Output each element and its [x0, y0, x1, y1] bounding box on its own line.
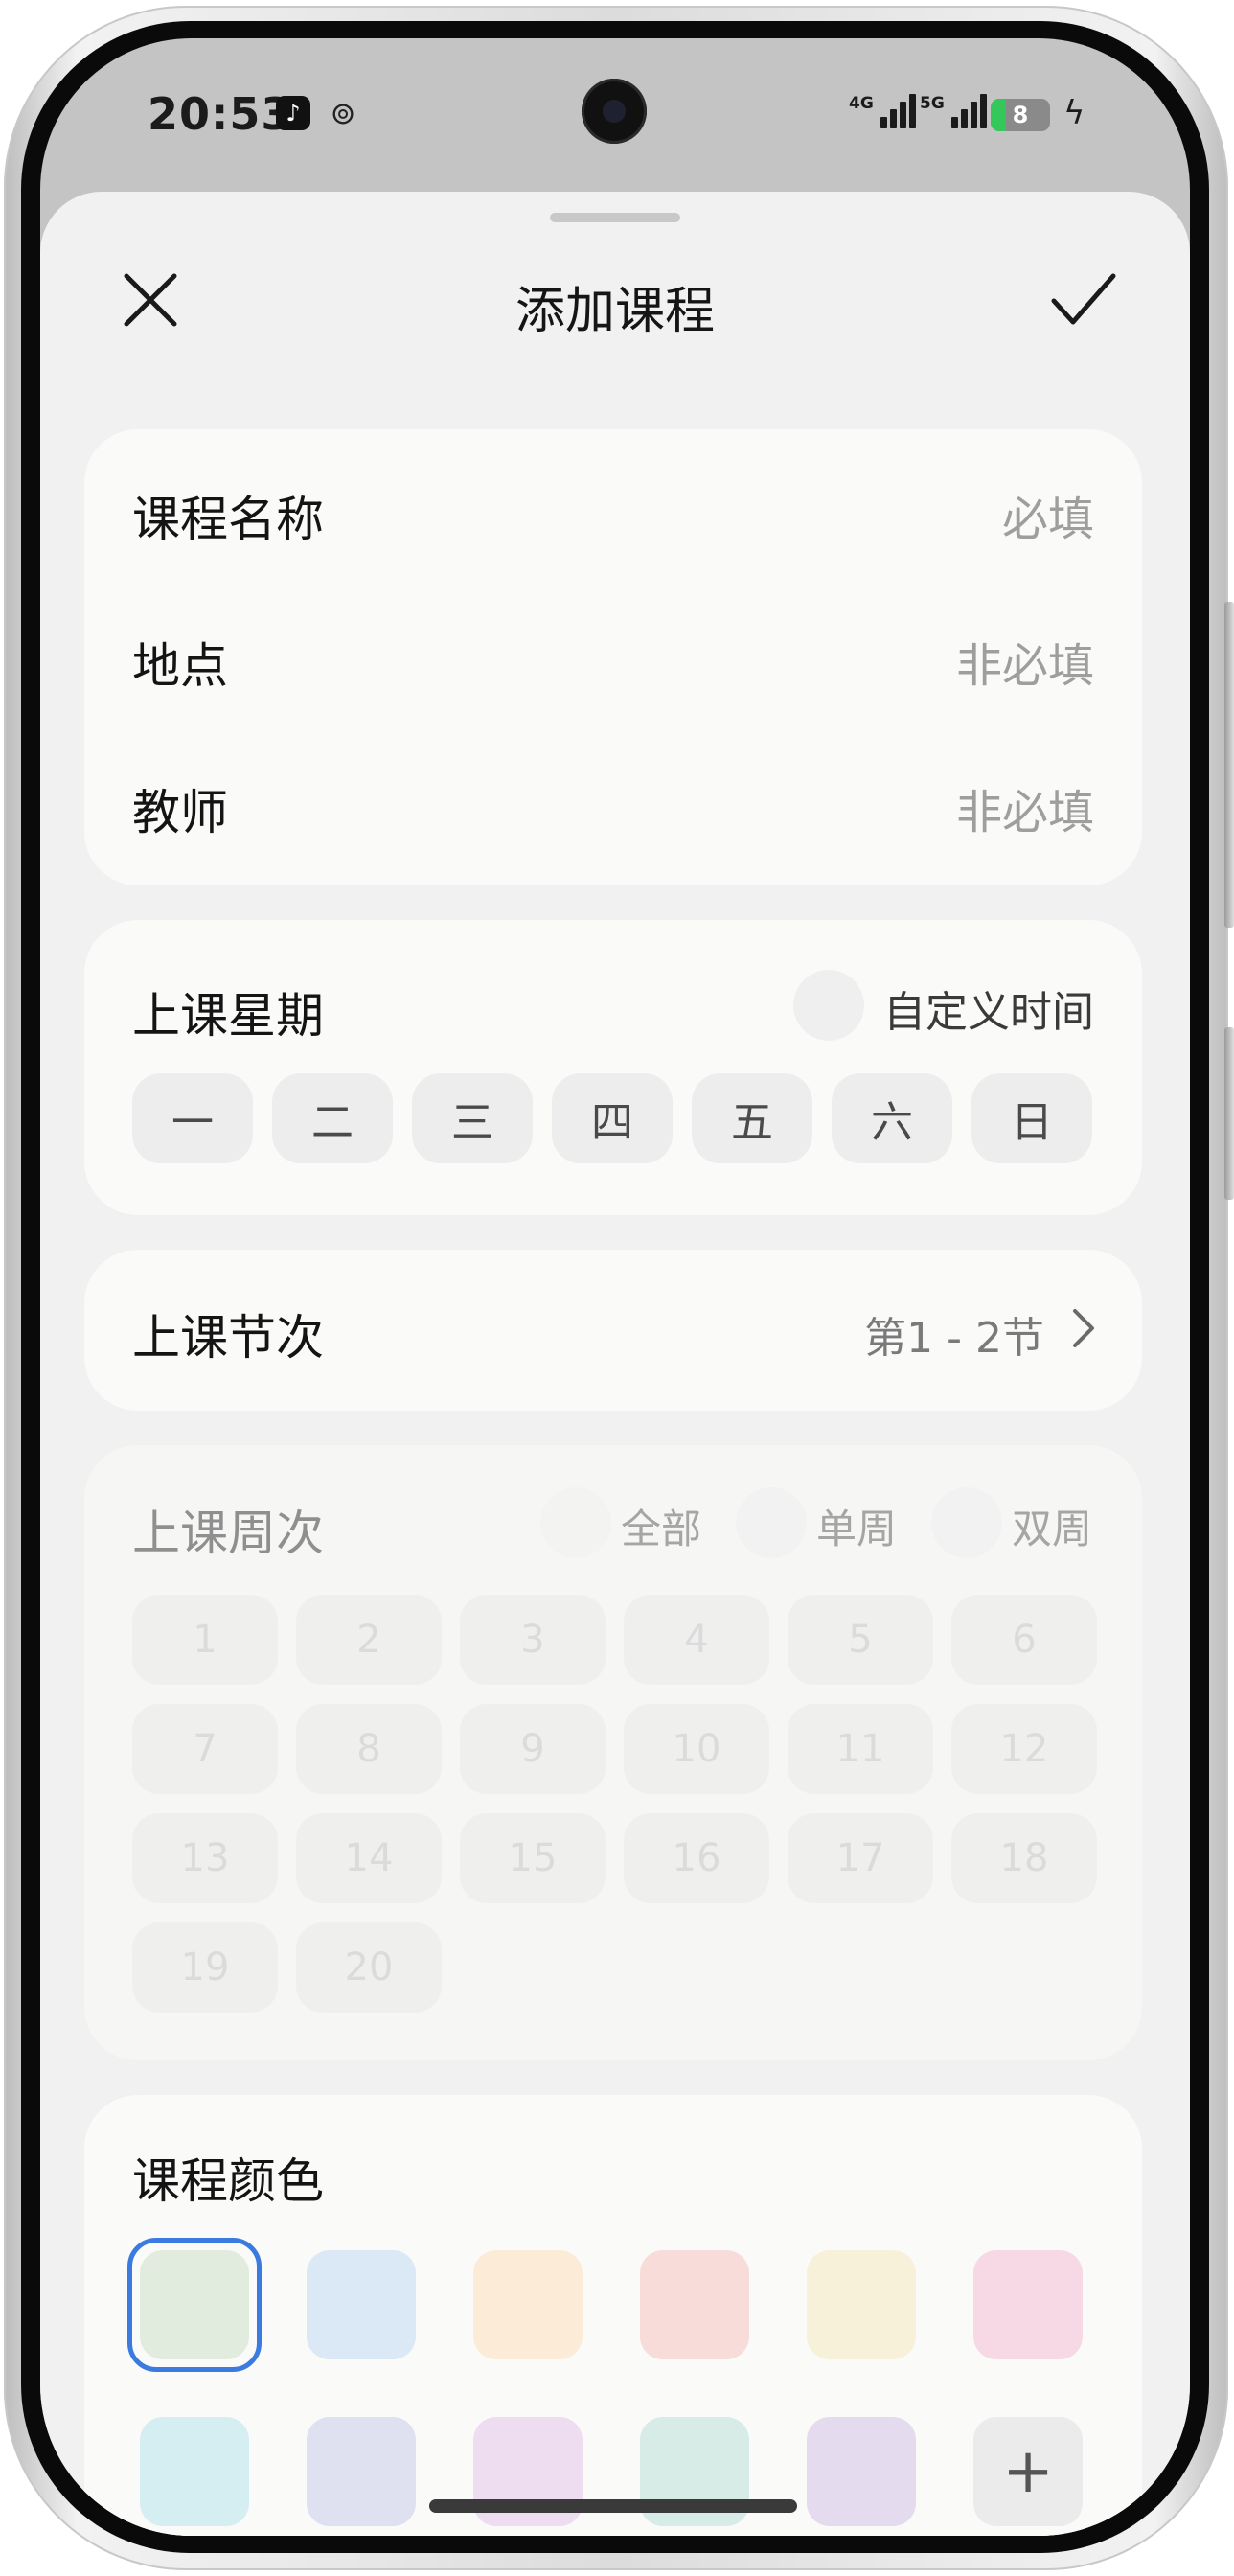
- day-button-sat[interactable]: 六: [832, 1073, 952, 1163]
- selected-swatch-ring: [127, 2238, 262, 2372]
- week-cell[interactable]: 5: [788, 1595, 933, 1685]
- network-4g-label: 4G: [849, 94, 874, 113]
- week-odd-label[interactable]: 单周: [816, 1497, 897, 1555]
- week-cell[interactable]: 11: [788, 1704, 933, 1794]
- week-cell[interactable]: 14: [296, 1813, 442, 1903]
- week-cell[interactable]: 12: [951, 1704, 1097, 1794]
- course-color-card: 课程颜色 +: [84, 2095, 1142, 2536]
- week-cell[interactable]: 2: [296, 1595, 442, 1685]
- week-cell[interactable]: 13: [132, 1813, 278, 1903]
- week-all-radio[interactable]: [540, 1487, 611, 1558]
- week-cell[interactable]: 8: [296, 1704, 442, 1794]
- network-5g-label: 5G: [920, 94, 945, 113]
- color-swatch[interactable]: [807, 2417, 916, 2526]
- week-cell[interactable]: 19: [132, 1922, 278, 2012]
- power-button: [1224, 1027, 1234, 1200]
- battery-icon: 8: [991, 99, 1050, 131]
- teacher-input[interactable]: 非必填: [956, 774, 1094, 841]
- volume-button: [1224, 602, 1234, 928]
- day-button-wed[interactable]: 三: [412, 1073, 533, 1163]
- course-info-card: 课程名称 必填 地点 非必填 教师 非必填: [84, 429, 1142, 886]
- screen: 20:53 ♪ ⊚ 4G 5G 8 ϟ 添加课程 课程名称 必填 地点 非必填 …: [40, 38, 1190, 2536]
- color-swatch[interactable]: [140, 2417, 249, 2526]
- sheet-grabber[interactable]: [550, 213, 680, 222]
- color-swatch[interactable]: [807, 2250, 916, 2359]
- signal-5g-icon: 5G: [920, 94, 987, 128]
- week-card: 上课周次 全部 单周 双周 1 2 3 4 5 6 7 8 9 10 11 12…: [84, 1445, 1142, 2060]
- color-swatch[interactable]: [973, 2250, 1083, 2359]
- week-cell[interactable]: 1: [132, 1595, 278, 1685]
- class-section-card[interactable]: 上课节次 第1 - 2节: [84, 1250, 1142, 1411]
- week-even-label[interactable]: 双周: [1012, 1497, 1092, 1555]
- week-cell[interactable]: 17: [788, 1813, 933, 1903]
- week-cell[interactable]: 10: [624, 1704, 769, 1794]
- location-label: 地点: [132, 638, 228, 694]
- week-cell[interactable]: 6: [951, 1595, 1097, 1685]
- battery-level: 8: [1012, 102, 1029, 128]
- day-button-fri[interactable]: 五: [692, 1073, 812, 1163]
- home-indicator[interactable]: [429, 2499, 797, 2513]
- color-swatch[interactable]: [640, 2250, 749, 2359]
- week-cell[interactable]: 7: [132, 1704, 278, 1794]
- weekday-label: 上课星期: [132, 988, 324, 1044]
- course-name-label: 课程名称: [132, 492, 324, 547]
- week-odd-radio[interactable]: [736, 1487, 807, 1558]
- week-even-radio[interactable]: [931, 1487, 1002, 1558]
- week-cell[interactable]: 20: [296, 1922, 442, 2012]
- front-camera: [582, 79, 647, 144]
- add-course-sheet: 添加课程 课程名称 必填 地点 非必填 教师 非必填 上课星期 自定义时间 一 …: [40, 192, 1190, 2536]
- teacher-label: 教师: [132, 785, 228, 840]
- week-cell[interactable]: 4: [624, 1595, 769, 1685]
- color-swatch[interactable]: [307, 2417, 416, 2526]
- week-cell[interactable]: 15: [460, 1813, 606, 1903]
- tiktok-icon: ♪: [276, 96, 310, 130]
- week-cell[interactable]: 16: [624, 1813, 769, 1903]
- week-cell[interactable]: 9: [460, 1704, 606, 1794]
- status-time: 20:53: [148, 88, 293, 140]
- signal-4g-icon: 4G: [849, 94, 916, 128]
- location-input[interactable]: 非必填: [956, 628, 1094, 695]
- check-icon[interactable]: [1044, 261, 1123, 339]
- plus-icon[interactable]: +: [973, 2417, 1083, 2526]
- course-color-label: 课程颜色: [132, 2153, 324, 2209]
- custom-time-radio[interactable]: [793, 970, 864, 1041]
- weekday-card: 上课星期 自定义时间 一 二 三 四 五 六 日: [84, 920, 1142, 1215]
- day-button-thu[interactable]: 四: [552, 1073, 673, 1163]
- color-swatch[interactable]: [307, 2250, 416, 2359]
- page-title: 添加课程: [514, 283, 715, 340]
- week-label: 上课周次: [132, 1506, 324, 1561]
- day-button-tue[interactable]: 二: [272, 1073, 393, 1163]
- spiral-app-icon: ⊚: [330, 95, 356, 131]
- day-button-sun[interactable]: 日: [971, 1073, 1092, 1163]
- week-cell[interactable]: 3: [460, 1595, 606, 1685]
- week-cell[interactable]: 18: [951, 1813, 1097, 1903]
- course-name-input[interactable]: 必填: [1002, 481, 1094, 548]
- class-section-label: 上课节次: [132, 1310, 324, 1366]
- charging-icon: ϟ: [1063, 94, 1085, 132]
- day-button-mon[interactable]: 一: [132, 1073, 253, 1163]
- color-swatch[interactable]: [473, 2250, 583, 2359]
- week-all-label[interactable]: 全部: [621, 1497, 701, 1555]
- custom-time-label[interactable]: 自定义时间: [883, 978, 1094, 1039]
- chevron-right-icon: [1067, 1305, 1100, 1355]
- class-section-value: 第1 - 2节: [864, 1314, 1044, 1363]
